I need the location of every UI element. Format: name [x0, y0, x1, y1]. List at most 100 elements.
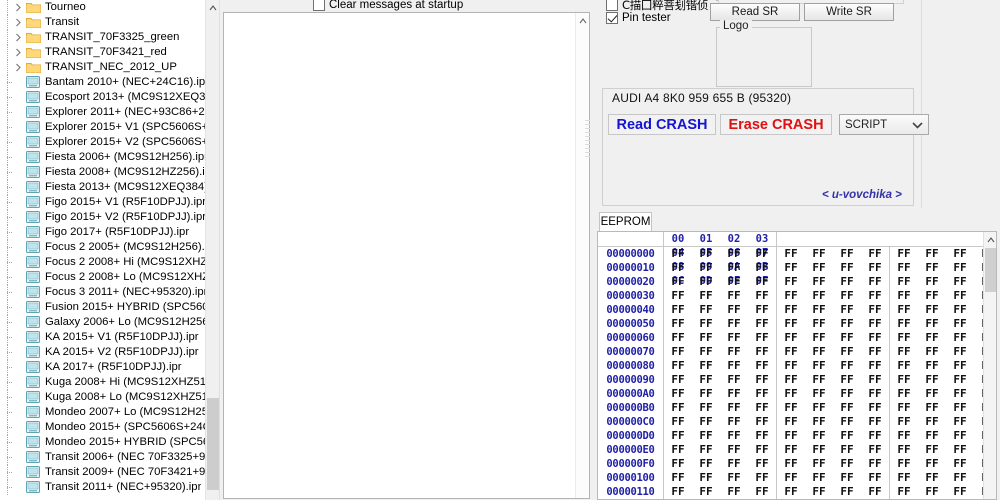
- hex-cell[interactable]: FF: [692, 373, 720, 387]
- hex-cell[interactable]: FF: [946, 275, 974, 289]
- hex-cell[interactable]: FF: [833, 471, 861, 485]
- hex-cell[interactable]: FF: [890, 359, 918, 373]
- hex-cell[interactable]: FF: [890, 373, 918, 387]
- hex-cell[interactable]: FF: [664, 359, 692, 373]
- hex-cell[interactable]: FF: [833, 359, 861, 373]
- script-dropdown[interactable]: SCRIPT: [839, 114, 929, 135]
- hex-cell[interactable]: FF: [692, 275, 720, 289]
- hex-cell[interactable]: FF: [748, 289, 776, 303]
- hex-cell[interactable]: FF: [861, 457, 889, 471]
- tree-item-file[interactable]: Focus 2 2008+ Lo (MC9S12XHZ512).ip: [0, 270, 206, 285]
- hex-cell[interactable]: FF: [890, 429, 918, 443]
- chevron-right-icon[interactable]: [14, 15, 25, 30]
- tree-item-file[interactable]: KA 2017+ (R5F10DPJJ).ipr: [0, 360, 206, 375]
- hex-cell[interactable]: FF: [664, 317, 692, 331]
- chevron-down-icon[interactable]: [912, 120, 923, 132]
- hex-cell[interactable]: FF: [720, 345, 748, 359]
- hex-cell[interactable]: FF: [664, 261, 692, 275]
- hex-cell[interactable]: FF: [918, 317, 946, 331]
- hex-cell[interactable]: FF: [861, 345, 889, 359]
- hex-scrollbar-thumb[interactable]: [985, 248, 996, 292]
- hex-cell[interactable]: FF: [861, 387, 889, 401]
- hex-cell[interactable]: FF: [664, 275, 692, 289]
- hex-cell[interactable]: FF: [918, 457, 946, 471]
- hex-cell[interactable]: FF: [748, 359, 776, 373]
- hex-cell[interactable]: FF: [918, 471, 946, 485]
- hex-cell[interactable]: FF: [918, 485, 946, 499]
- read-crash-button[interactable]: Read CRASH: [608, 114, 716, 135]
- hex-cell[interactable]: FF: [777, 457, 805, 471]
- hex-cell[interactable]: FF: [692, 471, 720, 485]
- hex-row[interactable]: 00000090FFFFFFFFFFFFFFFFFFFFFFFFFFFFFFFF: [598, 373, 996, 387]
- hex-cell[interactable]: FF: [777, 261, 805, 275]
- hex-cell[interactable]: FF: [692, 485, 720, 499]
- tree-item-file[interactable]: Explorer 2015+ V1 (SPC5606S+93C86+: [0, 120, 206, 135]
- hex-cell[interactable]: FF: [692, 289, 720, 303]
- hex-cell[interactable]: FF: [777, 289, 805, 303]
- hex-cell[interactable]: FF: [664, 429, 692, 443]
- hex-cell[interactable]: FF: [918, 429, 946, 443]
- hex-cell[interactable]: FF: [890, 387, 918, 401]
- hex-cell[interactable]: FF: [805, 359, 833, 373]
- hex-cell[interactable]: FF: [720, 457, 748, 471]
- scroll-up-arrow-icon[interactable]: [206, 0, 219, 15]
- hex-cell[interactable]: FF: [720, 289, 748, 303]
- hex-cell[interactable]: FF: [777, 247, 805, 261]
- hex-cell[interactable]: FF: [890, 261, 918, 275]
- hex-cell[interactable]: FF: [720, 275, 748, 289]
- hex-cell[interactable]: FF: [748, 401, 776, 415]
- hex-cell[interactable]: FF: [946, 415, 974, 429]
- hex-cell[interactable]: FF: [890, 303, 918, 317]
- clear-messages-checkbox[interactable]: [313, 0, 325, 11]
- hex-cell[interactable]: FF: [720, 261, 748, 275]
- hex-cell[interactable]: FF: [777, 485, 805, 499]
- hex-cell[interactable]: FF: [918, 303, 946, 317]
- hex-cell[interactable]: FF: [777, 443, 805, 457]
- hex-cell[interactable]: FF: [890, 331, 918, 345]
- hex-cell[interactable]: FF: [777, 373, 805, 387]
- hex-cell[interactable]: FF: [861, 289, 889, 303]
- hex-cell[interactable]: FF: [748, 317, 776, 331]
- hex-cell[interactable]: FF: [692, 415, 720, 429]
- tree-item-file[interactable]: Mondeo 2007+ Lo (MC9S12H256).ipr: [0, 405, 206, 420]
- hex-cell[interactable]: FF: [664, 331, 692, 345]
- tree-item-file[interactable]: Figo 2015+ V2 (R5F10DPJJ).ipr: [0, 210, 206, 225]
- hex-cell[interactable]: FF: [918, 275, 946, 289]
- hex-cell[interactable]: FF: [918, 331, 946, 345]
- hex-row[interactable]: 000000C0FFFFFFFFFFFFFFFFFFFFFFFFFFFFFFFF: [598, 415, 996, 429]
- hex-cell[interactable]: FF: [692, 247, 720, 261]
- hex-cell[interactable]: FF: [861, 415, 889, 429]
- hex-row[interactable]: 00000060FFFFFFFFFFFFFFFFFFFFFFFFFFFFFFFF: [598, 331, 996, 345]
- hex-cell[interactable]: FF: [833, 485, 861, 499]
- hex-cell[interactable]: FF: [692, 387, 720, 401]
- hex-row-list[interactable]: 00000000FFFFFFFFFFFFFFFFFFFFFFFFFFFFFFFF…: [598, 247, 996, 499]
- hex-cell[interactable]: FF: [861, 429, 889, 443]
- hex-cell[interactable]: FF: [748, 415, 776, 429]
- hex-cell[interactable]: FF: [777, 415, 805, 429]
- hex-cell[interactable]: FF: [946, 457, 974, 471]
- tree-item-file[interactable]: Galaxy 2006+ Lo (MC9S12H256).ipr: [0, 315, 206, 330]
- hex-cell[interactable]: FF: [833, 261, 861, 275]
- hex-cell[interactable]: FF: [946, 359, 974, 373]
- hex-cell[interactable]: FF: [720, 303, 748, 317]
- hex-cell[interactable]: FF: [918, 387, 946, 401]
- hex-cell[interactable]: FF: [777, 471, 805, 485]
- hex-cell[interactable]: FF: [777, 387, 805, 401]
- hex-cell[interactable]: FF: [805, 345, 833, 359]
- hex-cell[interactable]: FF: [805, 485, 833, 499]
- hex-cell[interactable]: FF: [720, 471, 748, 485]
- tree-scrollbar-thumb[interactable]: [207, 398, 219, 490]
- hex-cell[interactable]: FF: [664, 247, 692, 261]
- message-log-scrollbar[interactable]: [575, 13, 589, 498]
- hex-cell[interactable]: FF: [918, 415, 946, 429]
- hex-cell[interactable]: FF: [946, 317, 974, 331]
- hex-cell[interactable]: FF: [720, 359, 748, 373]
- hex-cell[interactable]: FF: [946, 443, 974, 457]
- hex-cell[interactable]: FF: [748, 275, 776, 289]
- message-scroll-up-arrow-icon[interactable]: [576, 13, 590, 28]
- tree-item-file[interactable]: Mondeo 2015+ HYBRID (SPC5606S+9: [0, 435, 206, 450]
- hex-cell[interactable]: FF: [664, 345, 692, 359]
- hex-row[interactable]: 00000100FFFFFFFFFFFFFFFFFFFFFFFFFFFFFFFF: [598, 471, 996, 485]
- hex-cell[interactable]: FF: [861, 373, 889, 387]
- hex-cell[interactable]: FF: [805, 415, 833, 429]
